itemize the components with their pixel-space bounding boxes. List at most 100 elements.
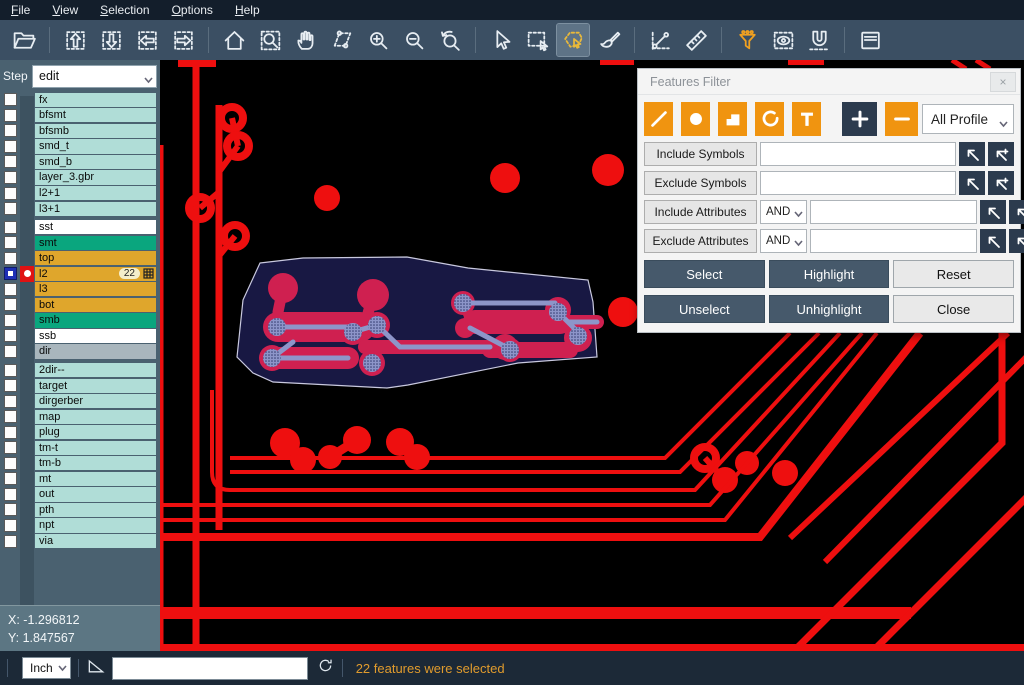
add-feature-button[interactable] xyxy=(842,102,877,136)
layers-panel-icon[interactable] xyxy=(854,24,886,56)
layer-checkbox[interactable] xyxy=(4,155,17,168)
zoom-selected-icon[interactable] xyxy=(326,24,358,56)
layer-indicator-slot[interactable] xyxy=(20,487,34,503)
line-feature-button[interactable] xyxy=(644,102,673,136)
layer-indicator-slot[interactable] xyxy=(20,362,34,378)
highlight-button[interactable]: Highlight xyxy=(769,260,890,288)
pick-add-from-canvas-icon[interactable] xyxy=(1009,229,1024,253)
and-or-dropdown[interactable]: AND xyxy=(760,229,807,253)
home-icon[interactable] xyxy=(218,24,250,56)
layer-checkbox[interactable] xyxy=(4,457,17,470)
layer-checkbox[interactable] xyxy=(4,221,17,234)
layer-checkbox[interactable] xyxy=(4,93,17,106)
measure-ruler-icon[interactable] xyxy=(680,24,712,56)
angle-measure-icon[interactable] xyxy=(86,657,106,680)
layer-indicator-slot[interactable] xyxy=(20,471,34,487)
menu-view[interactable]: View xyxy=(41,0,89,20)
filter-value-input[interactable] xyxy=(810,229,977,253)
layer-indicator-slot[interactable] xyxy=(20,393,34,409)
layer-name[interactable]: l222 xyxy=(35,267,156,281)
layer-name[interactable]: smd_b xyxy=(35,155,156,169)
filter-row-label-button[interactable]: Exclude Symbols xyxy=(644,171,757,195)
filter-value-input[interactable] xyxy=(810,200,977,224)
close-button[interactable]: Close xyxy=(893,295,1014,323)
layer-name[interactable]: ssb xyxy=(35,329,156,343)
layer-indicator-slot[interactable] xyxy=(20,154,34,170)
layer-indicator-slot[interactable] xyxy=(20,108,34,124)
layer-indicator-slot[interactable] xyxy=(20,313,34,329)
layer-name[interactable]: map xyxy=(35,410,156,424)
layer-indicator-slot[interactable] xyxy=(20,328,34,344)
layer-name[interactable]: out xyxy=(35,487,156,501)
pick-from-canvas-icon[interactable] xyxy=(980,229,1006,253)
pick-from-canvas-icon[interactable] xyxy=(959,142,985,166)
surface-feature-button[interactable] xyxy=(718,102,747,136)
menu-options[interactable]: Options xyxy=(161,0,224,20)
zoom-in-icon[interactable] xyxy=(362,24,394,56)
unhighlight-button[interactable]: Unhighlight xyxy=(769,295,890,323)
layer-name[interactable]: pth xyxy=(35,503,156,517)
layer-indicator-slot[interactable] xyxy=(20,170,34,186)
layer-indicator-slot[interactable] xyxy=(20,533,34,549)
step-dropdown[interactable]: edit xyxy=(32,65,157,88)
pick-add-from-canvas-icon[interactable] xyxy=(988,171,1014,195)
pick-from-canvas-icon[interactable] xyxy=(980,200,1006,224)
layer-indicator-slot[interactable] xyxy=(20,518,34,534)
filter-value-input[interactable] xyxy=(760,171,956,195)
layer-name[interactable]: bfsmb xyxy=(35,124,156,138)
layer-checkbox[interactable] xyxy=(4,314,17,327)
zoom-previous-icon[interactable] xyxy=(434,24,466,56)
remove-feature-button[interactable] xyxy=(885,102,918,136)
layer-checkbox[interactable] xyxy=(4,236,17,249)
menu-help[interactable]: Help xyxy=(224,0,271,20)
layer-indicator-slot[interactable] xyxy=(20,185,34,201)
layer-name[interactable]: l3 xyxy=(35,282,156,296)
layer-checkbox[interactable] xyxy=(4,379,17,392)
layer-checkbox[interactable] xyxy=(4,298,17,311)
profile-dropdown[interactable]: All Profile xyxy=(922,104,1014,134)
unselect-button[interactable]: Unselect xyxy=(644,295,765,323)
zoom-window-icon[interactable] xyxy=(254,24,286,56)
layer-checkbox[interactable] xyxy=(4,535,17,548)
layer-name[interactable]: top xyxy=(35,251,156,265)
layer-checkbox[interactable] xyxy=(4,267,17,280)
layer-checkbox[interactable] xyxy=(4,124,17,137)
open-folder-icon[interactable] xyxy=(8,24,40,56)
active-layer-indicator[interactable] xyxy=(20,266,34,282)
layer-name[interactable]: l2+1 xyxy=(35,186,156,200)
filter-row-label-button[interactable]: Include Symbols xyxy=(644,142,757,166)
layer-indicator-slot[interactable] xyxy=(20,201,34,217)
layer-name[interactable]: l3+1 xyxy=(35,202,156,216)
dialog-title-bar[interactable]: Features Filter × xyxy=(638,69,1020,95)
rect-select-icon[interactable] xyxy=(521,24,553,56)
clean-brush-icon[interactable] xyxy=(593,24,625,56)
layer-checkbox[interactable] xyxy=(4,187,17,200)
pick-add-from-canvas-icon[interactable] xyxy=(988,142,1014,166)
filter-value-input[interactable] xyxy=(760,142,956,166)
pick-from-canvas-icon[interactable] xyxy=(959,171,985,195)
layer-checkbox[interactable] xyxy=(4,252,17,265)
pan-right-icon[interactable] xyxy=(167,24,199,56)
filter-row-label-button[interactable]: Include Attributes xyxy=(644,200,757,224)
layer-checkbox[interactable] xyxy=(4,329,17,342)
layer-checkbox[interactable] xyxy=(4,488,17,501)
select-button[interactable]: Select xyxy=(644,260,765,288)
layer-name[interactable]: smd_t xyxy=(35,139,156,153)
filter-row-label-button[interactable]: Exclude Attributes xyxy=(644,229,757,253)
layer-indicator-slot[interactable] xyxy=(20,424,34,440)
and-or-dropdown[interactable]: AND xyxy=(760,200,807,224)
close-icon[interactable]: × xyxy=(990,72,1016,92)
menu-selection[interactable]: Selection xyxy=(89,0,160,20)
zoom-out-icon[interactable] xyxy=(398,24,430,56)
layer-name[interactable]: plug xyxy=(35,425,156,439)
command-input[interactable] xyxy=(112,657,308,680)
layer-name[interactable]: fx xyxy=(35,93,156,107)
layer-name[interactable]: mt xyxy=(35,472,156,486)
layer-name[interactable]: smb xyxy=(35,313,156,327)
refresh-icon[interactable] xyxy=(316,656,335,680)
layer-name[interactable]: bot xyxy=(35,298,156,312)
pan-down-icon[interactable] xyxy=(95,24,127,56)
layer-checkbox[interactable] xyxy=(4,410,17,423)
layer-name[interactable]: smt xyxy=(35,236,156,250)
arc-feature-button[interactable] xyxy=(755,102,784,136)
